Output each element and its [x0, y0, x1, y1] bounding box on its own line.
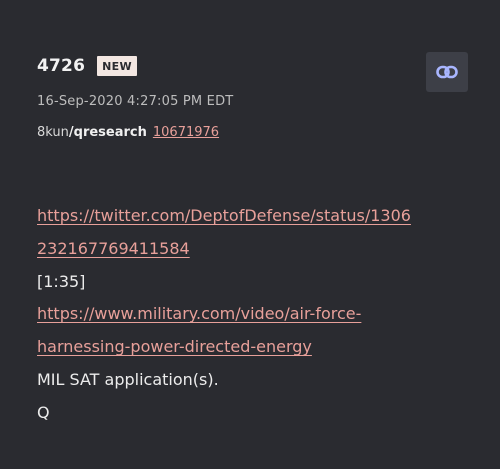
post-signature: Q [37, 402, 50, 422]
new-badge: NEW [97, 56, 137, 76]
timecode-text: [1:35] [37, 271, 86, 291]
post-timestamp: 16-Sep-2020 4:27:05 PM EDT [37, 94, 234, 109]
post-source: 8kun/qresearch 10671976 [37, 125, 219, 140]
source-site: 8kun [37, 125, 69, 140]
twitter-link-part1[interactable]: https://twitter.com/DeptofDefense/status… [37, 206, 411, 225]
body-text-line: MIL SAT application(s). [37, 369, 219, 389]
twitter-link-part2[interactable]: 232167769411584 [37, 239, 190, 258]
source-post-link[interactable]: 10671976 [153, 125, 219, 140]
post-number: 4726 [37, 56, 86, 76]
permalink-button[interactable] [426, 52, 468, 92]
military-link-part1[interactable]: https://www.military.com/video/air-force… [37, 304, 361, 323]
post-body: https://twitter.com/DeptofDefense/status… [37, 200, 477, 430]
military-link-part2[interactable]: harnessing-power-directed-energy [37, 337, 312, 356]
post-header: 4726 NEW [37, 56, 137, 76]
source-board[interactable]: /qresearch [69, 125, 147, 140]
post-card: 4726 NEW 16-Sep-2020 4:27:05 PM EDT 8kun… [0, 0, 500, 469]
link-icon [436, 65, 458, 79]
